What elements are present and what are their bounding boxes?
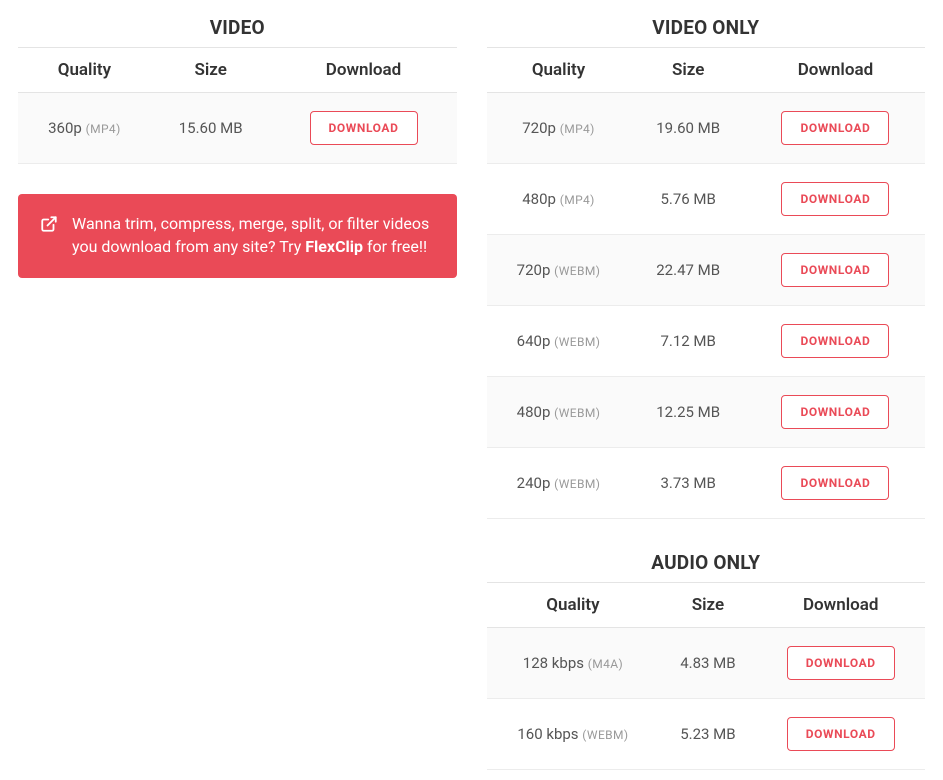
size-label: 3.73 MB (631, 448, 746, 519)
col-size: Size (631, 48, 746, 93)
table-row: 720p (WEBM) 22.47 MB DOWNLOAD (487, 235, 926, 306)
download-button[interactable]: DOWNLOAD (787, 646, 895, 680)
format-label: (M4A) (588, 657, 623, 671)
video-section: VIDEO Quality Size Download 360p (MP4) (18, 10, 457, 164)
download-button[interactable]: DOWNLOAD (310, 111, 418, 145)
table-row: 360p (MP4) 15.60 MB DOWNLOAD (18, 93, 457, 164)
video-only-section: VIDEO ONLY Quality Size Download 720p (M… (487, 10, 926, 519)
quality-label: 160 kbps (517, 725, 578, 743)
download-button[interactable]: DOWNLOAD (781, 182, 889, 216)
video-only-title: VIDEO ONLY (487, 10, 926, 47)
quality-label: 480p (517, 403, 551, 421)
format-label: (WEBM) (554, 335, 600, 349)
table-row: 640p (WEBM) 7.12 MB DOWNLOAD (487, 306, 926, 377)
audio-only-section: AUDIO ONLY Quality Size Download 128 kbp… (487, 545, 926, 770)
video-title: VIDEO (18, 10, 457, 47)
quality-label: 480p (522, 190, 556, 208)
promo-banner[interactable]: Wanna trim, compress, merge, split, or f… (18, 194, 457, 278)
download-button[interactable]: DOWNLOAD (781, 111, 889, 145)
format-label: (WEBM) (554, 264, 600, 278)
format-label: (WEBM) (554, 406, 600, 420)
audio-only-table: Quality Size Download 128 kbps (M4A) 4.8… (487, 582, 926, 770)
size-label: 19.60 MB (631, 93, 746, 164)
table-row: 160 kbps (WEBM) 5.23 MB DOWNLOAD (487, 699, 926, 770)
download-button[interactable]: DOWNLOAD (781, 466, 889, 500)
size-label: 5.23 MB (659, 699, 756, 770)
size-label: 4.83 MB (659, 628, 756, 699)
quality-label: 720p (517, 261, 551, 279)
table-row: 480p (MP4) 5.76 MB DOWNLOAD (487, 164, 926, 235)
format-label: (MP4) (560, 193, 595, 207)
size-label: 12.25 MB (631, 377, 746, 448)
download-button[interactable]: DOWNLOAD (787, 717, 895, 751)
quality-label: 640p (517, 332, 551, 350)
quality-label: 240p (517, 474, 551, 492)
promo-text: Wanna trim, compress, merge, split, or f… (72, 212, 435, 258)
quality-label: 720p (522, 119, 556, 137)
external-link-icon (40, 215, 58, 258)
table-row: 240p (WEBM) 3.73 MB DOWNLOAD (487, 448, 926, 519)
col-quality: Quality (487, 48, 631, 93)
quality-label: 128 kbps (523, 654, 584, 672)
col-download: Download (746, 48, 925, 93)
col-quality: Quality (487, 583, 660, 628)
video-table: Quality Size Download 360p (MP4) 15.60 M… (18, 47, 457, 164)
table-row: 480p (WEBM) 12.25 MB DOWNLOAD (487, 377, 926, 448)
table-row: 128 kbps (M4A) 4.83 MB DOWNLOAD (487, 628, 926, 699)
col-size: Size (151, 48, 271, 93)
quality-label: 360p (48, 119, 82, 137)
format-label: (WEBM) (582, 728, 628, 742)
format-label: (MP4) (86, 122, 121, 136)
download-button[interactable]: DOWNLOAD (781, 324, 889, 358)
size-label: 22.47 MB (631, 235, 746, 306)
format-label: (MP4) (560, 122, 595, 136)
format-label: (WEBM) (554, 477, 600, 491)
col-download: Download (271, 48, 457, 93)
col-size: Size (659, 583, 756, 628)
size-label: 15.60 MB (151, 93, 271, 164)
download-button[interactable]: DOWNLOAD (781, 253, 889, 287)
col-quality: Quality (18, 48, 151, 93)
col-download: Download (756, 583, 925, 628)
table-row: 720p (MP4) 19.60 MB DOWNLOAD (487, 93, 926, 164)
download-button[interactable]: DOWNLOAD (781, 395, 889, 429)
audio-only-title: AUDIO ONLY (487, 545, 926, 582)
size-label: 5.76 MB (631, 164, 746, 235)
size-label: 7.12 MB (631, 306, 746, 377)
video-only-table: Quality Size Download 720p (MP4) 19.60 M… (487, 47, 926, 519)
